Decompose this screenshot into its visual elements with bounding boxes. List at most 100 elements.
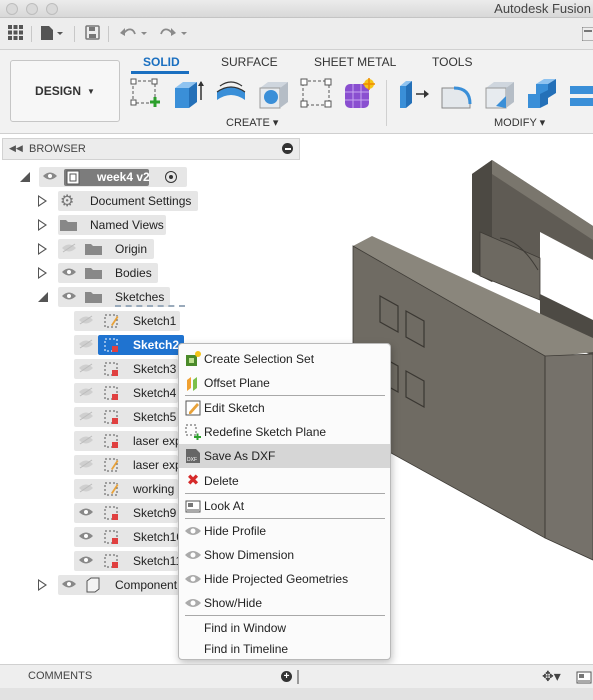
menu-item-label: Show/Hide [204,596,263,610]
look-at-icon[interactable] [576,669,592,685]
overflow-icon[interactable] [581,26,593,45]
minimize-window-button[interactable] [26,3,38,15]
tree-item-bodies[interactable]: Bodies [0,262,300,284]
fillet-icon[interactable] [440,78,472,110]
comments-title: COMMENTS [28,670,93,682]
tree-item-label: Sketch3 [133,362,177,376]
eye-icon [185,575,201,583]
tree-item-label: Sketch11 [133,554,183,568]
collapsed-triangle-icon[interactable] [38,267,47,279]
folder-icon [85,244,102,255]
menu-item-look-at[interactable]: Look At [179,494,390,518]
menu-item-save-as-dxf[interactable]: DXF Save As DXF [179,444,390,468]
eye-icon[interactable] [79,555,93,565]
menu-item-hide-projected-geometries[interactable]: Hide Projected Geometries [179,567,390,591]
eye-icon[interactable] [62,291,76,301]
tree-item-label: Bodies [115,266,152,280]
eye-hidden-icon[interactable] [79,387,93,397]
tree-item-document-settings[interactable]: ⚙ Document Settings [0,190,300,212]
collapsed-triangle-icon[interactable] [38,243,47,255]
expanded-triangle-icon[interactable] [20,172,30,182]
eye-icon [185,527,201,535]
workspace-dropdown[interactable]: DESIGN ▼ [10,60,120,122]
shell-icon[interactable] [526,78,558,110]
tab-solid[interactable]: SOLID [143,55,180,69]
rectangular-pattern-icon[interactable] [300,78,332,110]
menu-item-find-in-timeline[interactable]: Find in Timeline [179,637,390,661]
eye-hidden-icon[interactable] [79,483,93,493]
eye-hidden-icon[interactable] [79,435,93,445]
root-label: week4 v2 [97,170,150,184]
tree-item-label: Sketch4 [133,386,177,400]
eye-hidden-icon[interactable] [79,459,93,469]
eye-hidden-icon[interactable] [79,315,93,325]
activate-radio-icon[interactable] [165,171,177,183]
menu-item-show-hide[interactable]: Show/Hide [179,591,390,615]
app-title: Autodesk Fusion [494,1,591,16]
collapsed-triangle-icon[interactable] [38,579,47,591]
eye-icon[interactable] [62,579,76,589]
apps-grid-icon[interactable] [8,25,23,44]
eye-hidden-icon[interactable] [79,339,93,349]
create-form-icon[interactable] [343,78,375,110]
eye-hidden-icon[interactable] [79,411,93,421]
collapse-panel-icon[interactable]: ◀◀ [9,143,23,154]
tree-root-row[interactable]: week4 v2 [0,166,300,188]
tree-item-origin[interactable]: Origin [0,238,300,260]
menu-item-label: Redefine Sketch Plane [204,425,327,439]
menu-item-delete[interactable]: ✖ Delete [179,469,390,493]
file-menu-icon[interactable] [40,25,64,45]
tab-sheet-metal[interactable]: SHEET METAL [314,55,396,69]
menu-item-show-dimension[interactable]: Show Dimension [179,543,390,567]
tree-item-named-views[interactable]: Named Views [0,214,300,236]
eye-icon[interactable] [62,267,76,277]
context-menu: Create Selection Set Offset Plane Edit S… [178,343,391,660]
eye-icon[interactable] [43,171,57,181]
delete-icon: ✖ [186,472,200,489]
collapsed-triangle-icon[interactable] [38,195,47,207]
tree-item-label: Sketches [115,290,165,304]
extrude-icon[interactable] [172,78,204,110]
create-group-label[interactable]: CREATE ▾ [226,116,278,129]
press-pull-icon[interactable] [398,78,430,110]
add-comment-icon[interactable]: + [281,671,292,682]
minus-circle-icon[interactable] [282,143,293,154]
tab-surface[interactable]: SURFACE [221,55,278,69]
eye-icon[interactable] [79,531,93,541]
tab-tools[interactable]: TOOLS [432,55,472,69]
browser-title: BROWSER [29,143,86,155]
menu-item-edit-sketch[interactable]: Edit Sketch [179,396,390,420]
create-sketch-icon[interactable] [130,78,162,110]
chamfer-icon[interactable] [484,78,516,110]
sketch-icon [104,386,118,400]
tree-item-sketch1[interactable]: Sketch1 [0,310,300,332]
close-window-button[interactable] [6,3,18,15]
zoom-window-button[interactable] [46,3,58,15]
collapsed-triangle-icon[interactable] [38,219,47,231]
tree-item-sketches[interactable]: Sketches [0,286,300,308]
menu-item-create-selection-set[interactable]: Create Selection Set [179,347,390,371]
menu-item-label: Show Dimension [204,548,295,562]
redefine-plane-icon [185,424,201,440]
browser-header: ◀◀ BROWSER [2,138,300,160]
panel-resize-handle[interactable] [297,670,299,684]
eye-icon[interactable] [79,507,93,517]
undo-icon[interactable] [118,25,148,45]
redo-icon[interactable] [158,25,188,45]
tree-item-label: Sketch5 [133,410,177,424]
eye-hidden-icon[interactable] [62,243,76,253]
eye-hidden-icon[interactable] [79,363,93,373]
hole-icon[interactable] [258,78,290,110]
menu-item-label: Create Selection Set [204,352,315,366]
menu-item-hide-profile[interactable]: Hide Profile [179,519,390,543]
combine-icon[interactable] [568,78,593,110]
orbit-tool-icon[interactable]: ✥▾ [542,668,561,685]
save-icon[interactable] [85,25,100,44]
expanded-triangle-icon[interactable] [38,292,48,302]
tree-item-label: Sketch9 [133,506,177,520]
tree-item-label: Component [115,578,178,592]
menu-item-offset-plane[interactable]: Offset Plane [179,371,390,395]
modify-group-label[interactable]: MODIFY ▾ [494,116,545,129]
menu-item-redefine-sketch-plane[interactable]: Redefine Sketch Plane [179,420,390,444]
revolve-icon[interactable] [215,78,247,110]
